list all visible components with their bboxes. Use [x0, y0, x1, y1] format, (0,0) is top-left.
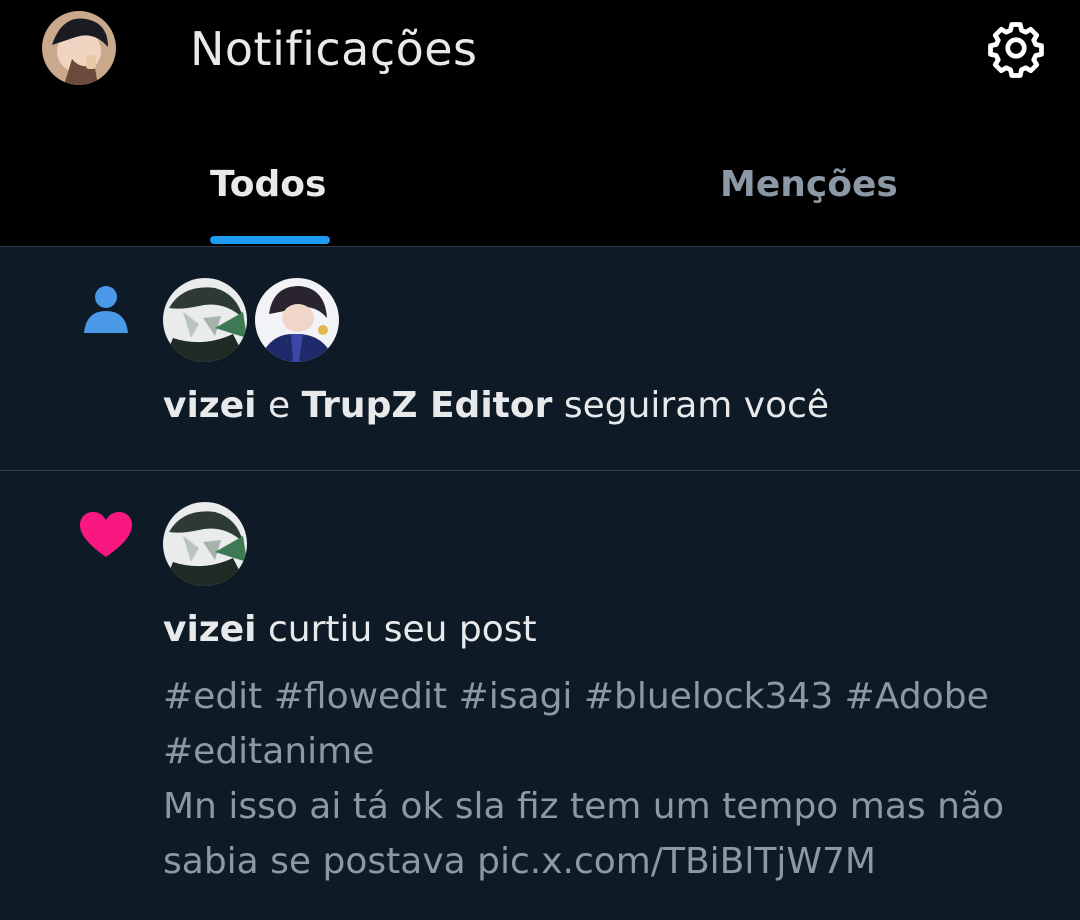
- profile-avatar[interactable]: [42, 11, 116, 85]
- gear-icon[interactable]: [986, 18, 1046, 78]
- heart-icon: [79, 511, 133, 563]
- post-preview[interactable]: #edit #flowedit #isagi #bluelock343 #Ado…: [163, 669, 1053, 889]
- post-line: #editanime: [163, 731, 375, 772]
- top-header: Notificações Todos Menções: [0, 0, 1080, 246]
- person-icon: [82, 283, 130, 339]
- user-name-trupz-editor[interactable]: TrupZ Editor: [302, 385, 553, 426]
- tab-mencoes[interactable]: Menções: [720, 164, 898, 205]
- avatar-vizei[interactable]: [163, 502, 247, 586]
- like-text: vizei curtiu seu post: [163, 609, 537, 650]
- page-title: Notificações: [190, 22, 478, 76]
- like-action: curtiu seu post: [267, 609, 537, 650]
- conjunction: e: [267, 385, 291, 426]
- post-line: sabia se postava pic.x.com/TBiBlTjW7M: [163, 841, 876, 882]
- notification-follow[interactable]: vizei e TrupZ Editor seguiram você: [0, 247, 1080, 470]
- post-line: Mn isso ai tá ok sla fiz tem um tempo ma…: [163, 786, 1005, 827]
- follow-text: vizei e TrupZ Editor seguiram você: [163, 385, 829, 426]
- user-name-vizei[interactable]: vizei: [163, 385, 257, 426]
- active-tab-indicator: [210, 236, 330, 244]
- avatar-vizei[interactable]: [163, 278, 247, 362]
- notification-like[interactable]: vizei curtiu seu post #edit #flowedit #i…: [0, 471, 1080, 920]
- avatar-trupz-editor[interactable]: [255, 278, 339, 362]
- user-name-vizei[interactable]: vizei: [163, 609, 257, 650]
- post-line: #edit #flowedit #isagi #bluelock343 #Ado…: [163, 676, 989, 717]
- tab-todos[interactable]: Todos: [210, 164, 326, 205]
- follow-action: seguiram você: [563, 385, 830, 426]
